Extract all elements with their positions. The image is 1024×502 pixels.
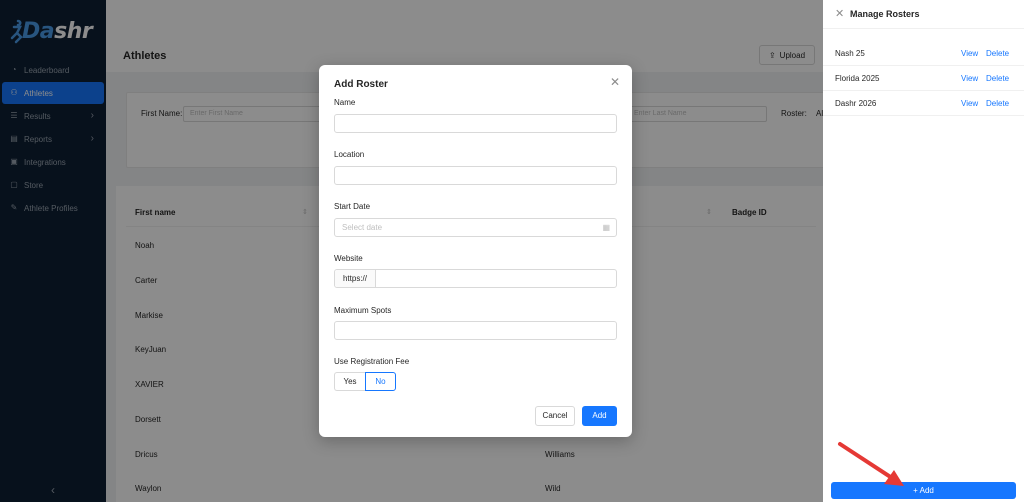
start-date-placeholder: Select date [342, 223, 383, 232]
registration-fee-label: Use Registration Fee [334, 357, 410, 366]
close-icon[interactable]: ✕ [835, 7, 844, 20]
name-input[interactable] [334, 114, 617, 133]
delete-roster-link[interactable]: Delete [986, 99, 1009, 108]
drawer-title: Manage Rosters [850, 9, 920, 19]
registration-fee-no[interactable]: No [365, 372, 396, 391]
annotation-arrow-icon [838, 442, 904, 486]
delete-roster-link[interactable]: Delete [986, 49, 1009, 58]
registration-fee-yes[interactable]: Yes [334, 372, 365, 391]
view-roster-link[interactable]: View [961, 99, 978, 108]
delete-roster-link[interactable]: Delete [986, 74, 1009, 83]
website-label: Website [334, 254, 363, 263]
start-date-picker[interactable]: Select date ▦ [334, 218, 617, 237]
roster-name: Nash 25 [835, 49, 865, 58]
manage-rosters-drawer: ✕ Manage Rosters Nash 25 View Delete Flo… [823, 0, 1024, 502]
calendar-icon: ▦ [602, 223, 610, 232]
max-spots-label: Maximum Spots [334, 306, 392, 315]
add-roster-submit-button[interactable]: Add [582, 406, 617, 426]
max-spots-input[interactable] [334, 321, 617, 340]
roster-list-item: Nash 25 View Delete [823, 42, 1024, 66]
roster-name: Dashr 2026 [835, 99, 877, 108]
roster-name: Florida 2025 [835, 74, 880, 83]
start-date-label: Start Date [334, 202, 371, 211]
location-label: Location [334, 150, 365, 159]
drawer-divider [823, 28, 1024, 29]
roster-list-item: Dashr 2026 View Delete [823, 92, 1024, 116]
registration-fee-toggle: Yes No [334, 372, 396, 391]
modal-title: Add Roster [334, 79, 388, 90]
close-icon[interactable]: ✕ [610, 75, 620, 89]
cancel-button[interactable]: Cancel [535, 406, 575, 426]
roster-list-item: Florida 2025 View Delete [823, 67, 1024, 91]
view-roster-link[interactable]: View [961, 49, 978, 58]
add-roster-modal: Add Roster ✕ Name Location Start Date Se… [319, 65, 632, 437]
view-roster-link[interactable]: View [961, 74, 978, 83]
website-input[interactable]: https:// [334, 269, 617, 288]
name-label: Name [334, 98, 356, 107]
location-input[interactable] [334, 166, 617, 185]
website-protocol-addon: https:// [335, 270, 376, 287]
